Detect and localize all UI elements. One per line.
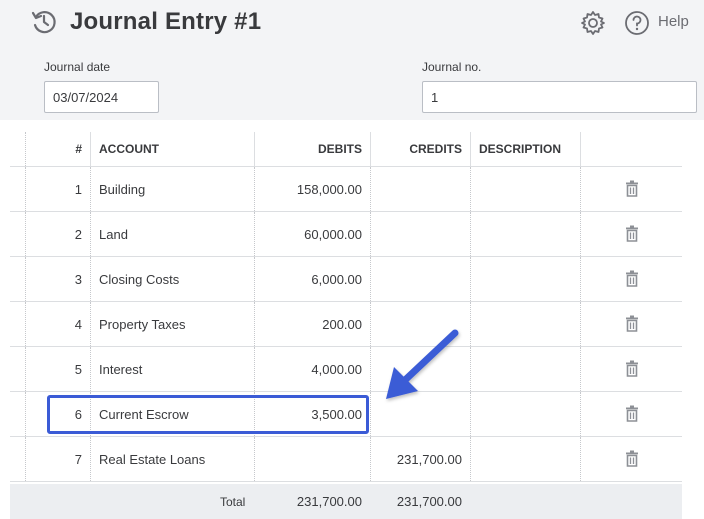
col-header-debits: DEBITS — [317, 142, 362, 156]
column-divider — [470, 392, 471, 436]
row-number: 7 — [74, 451, 82, 467]
column-divider — [90, 132, 91, 166]
row-number: 4 — [74, 316, 82, 332]
column-divider — [470, 302, 471, 346]
trash-icon[interactable] — [625, 315, 639, 332]
column-divider — [470, 132, 471, 166]
table-row[interactable]: 1 Building 158,000.00 — [10, 167, 682, 212]
account-cell[interactable]: Building — [99, 167, 249, 211]
total-credits: 231,700.00 — [396, 494, 462, 509]
debits-cell[interactable]: 158,000.00 — [254, 167, 362, 211]
journal-date-input[interactable] — [44, 81, 159, 113]
journal-no-label: Journal no. — [422, 60, 482, 74]
column-divider — [580, 167, 581, 211]
column-divider — [470, 167, 471, 211]
column-divider — [470, 257, 471, 301]
col-header-credits: CREDITS — [409, 142, 462, 156]
credits-cell[interactable] — [370, 167, 462, 211]
col-header-num: # — [75, 142, 82, 156]
trash-icon[interactable] — [625, 270, 639, 287]
column-divider — [90, 347, 91, 391]
column-divider — [470, 347, 471, 391]
credits-cell[interactable] — [370, 212, 462, 256]
row-number: 1 — [74, 181, 82, 197]
table-row[interactable]: 2 Land 60,000.00 — [10, 212, 682, 257]
trash-icon[interactable] — [625, 360, 639, 377]
page-title: Journal Entry #1 — [70, 8, 262, 35]
description-cell[interactable] — [479, 167, 579, 211]
debits-cell[interactable] — [254, 437, 362, 481]
credits-cell[interactable]: 231,700.00 — [370, 437, 462, 481]
column-divider — [580, 257, 581, 301]
history-icon[interactable] — [30, 8, 58, 36]
table-row[interactable]: 3 Closing Costs 6,000.00 — [10, 257, 682, 302]
column-divider — [580, 437, 581, 481]
debits-cell[interactable]: 4,000.00 — [254, 347, 362, 391]
column-divider — [90, 212, 91, 256]
help-link[interactable]: Help — [658, 13, 689, 30]
column-divider — [580, 392, 581, 436]
column-divider — [90, 437, 91, 481]
column-divider — [580, 347, 581, 391]
trash-icon[interactable] — [625, 180, 639, 197]
description-cell[interactable] — [479, 212, 579, 256]
column-divider — [580, 132, 581, 166]
debits-cell[interactable]: 60,000.00 — [254, 212, 362, 256]
trash-icon[interactable] — [625, 405, 639, 422]
debits-cell[interactable]: 200.00 — [254, 302, 362, 346]
column-divider — [90, 167, 91, 211]
account-cell[interactable]: Property Taxes — [99, 302, 249, 346]
description-cell[interactable] — [479, 437, 579, 481]
table-header-row: # ACCOUNT DEBITS CREDITS DESCRIPTION — [10, 132, 682, 167]
page-header: Journal Entry #1 Help Journal date Journ… — [0, 0, 704, 120]
row-number: 2 — [74, 226, 82, 242]
highlight-box — [47, 395, 369, 434]
row-number: 3 — [74, 271, 82, 287]
column-divider — [90, 257, 91, 301]
table-row[interactable]: 4 Property Taxes 200.00 — [10, 302, 682, 347]
description-cell[interactable] — [479, 302, 579, 346]
account-cell[interactable]: Real Estate Loans — [99, 437, 249, 481]
trash-icon[interactable] — [625, 225, 639, 242]
col-header-account: ACCOUNT — [99, 142, 159, 156]
gear-icon[interactable] — [580, 10, 606, 36]
journal-date-label: Journal date — [44, 60, 111, 74]
total-row: Total 231,700.00 231,700.00 — [10, 484, 682, 519]
column-divider — [90, 302, 91, 346]
col-header-description: DESCRIPTION — [479, 142, 562, 156]
total-debits: 231,700.00 — [296, 494, 362, 509]
column-divider — [470, 437, 471, 481]
account-cell[interactable]: Interest — [99, 347, 249, 391]
description-cell[interactable] — [479, 257, 579, 301]
table-row[interactable]: 7 Real Estate Loans 231,700.00 — [10, 437, 682, 482]
column-divider — [470, 212, 471, 256]
row-number: 5 — [74, 361, 82, 377]
description-cell[interactable] — [479, 392, 579, 436]
credits-cell[interactable] — [370, 257, 462, 301]
help-icon[interactable] — [624, 10, 650, 36]
table-row[interactable]: 5 Interest 4,000.00 — [10, 347, 682, 392]
account-cell[interactable]: Closing Costs — [99, 257, 249, 301]
trash-icon[interactable] — [625, 450, 639, 467]
column-divider — [580, 302, 581, 346]
column-divider — [580, 212, 581, 256]
debits-cell[interactable]: 6,000.00 — [254, 257, 362, 301]
account-cell[interactable]: Land — [99, 212, 249, 256]
journal-no-input[interactable] — [422, 81, 697, 113]
annotation-arrow — [386, 329, 459, 399]
description-cell[interactable] — [479, 347, 579, 391]
